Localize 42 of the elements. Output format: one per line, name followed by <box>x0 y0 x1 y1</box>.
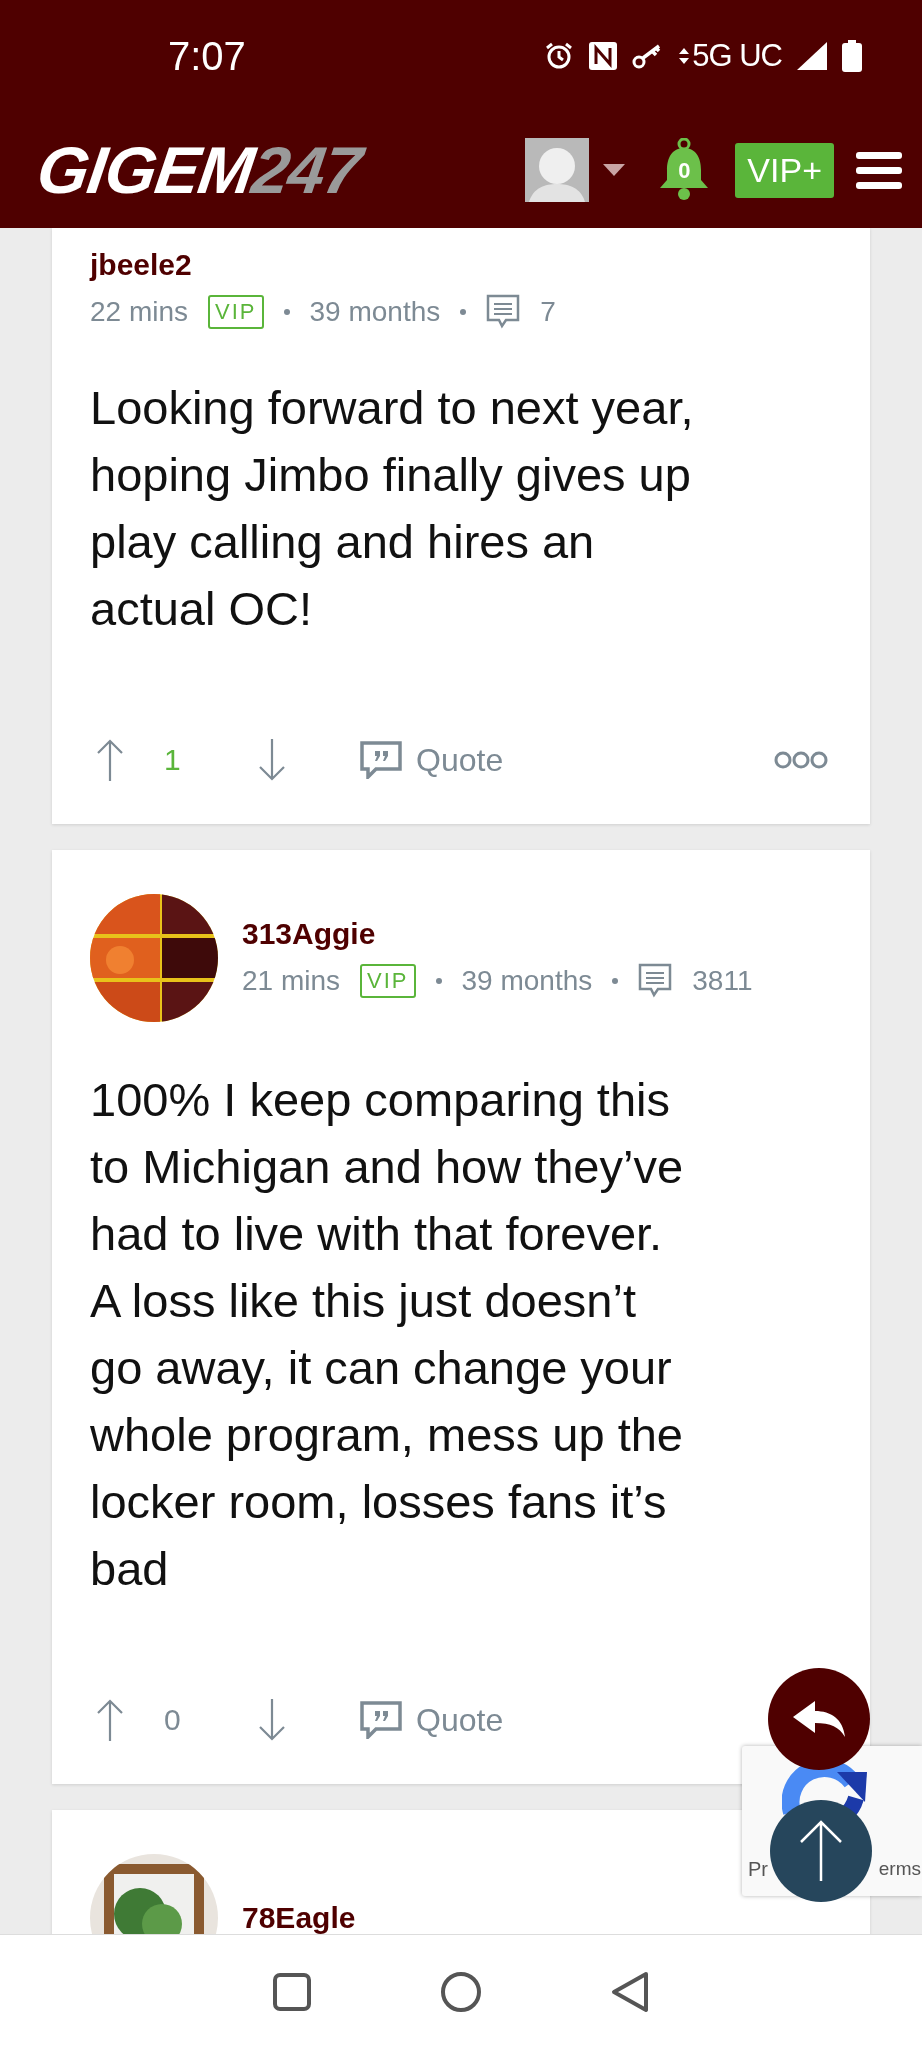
post-time: 21 mins <box>242 965 341 997</box>
comment-icon <box>638 963 673 999</box>
post-text: Looking forward to next year, hoping Jimbo finally gives up play calling and hires an actual OC! <box>90 380 695 637</box>
post-count: 3811 <box>692 965 753 997</box>
battery-icon <box>842 40 862 72</box>
downvote-icon[interactable] <box>258 738 286 782</box>
vote-score: 1 <box>164 743 182 777</box>
recent-apps-icon[interactable] <box>272 1971 312 2012</box>
recaptcha-text[interactable]: Pr <box>748 1858 768 1881</box>
vip-badge: VIP <box>360 964 416 998</box>
reply-icon <box>791 1699 847 1739</box>
home-icon[interactable] <box>440 1970 482 2013</box>
post-count: 7 <box>540 296 556 328</box>
arrow-up-icon <box>799 1819 843 1883</box>
upvote-icon[interactable] <box>96 738 124 782</box>
signal-icon <box>796 41 828 71</box>
post-time: 22 mins <box>90 296 189 328</box>
site-logo[interactable]: GIGEM247 <box>32 132 366 208</box>
quote-button[interactable]: Quote <box>354 1701 504 1739</box>
quote-icon <box>360 1701 402 1739</box>
menu-icon[interactable] <box>856 150 902 190</box>
status-time: 7:07 <box>168 33 246 79</box>
network-indicator: 5G UC <box>678 38 782 74</box>
more-options-icon[interactable] <box>774 751 828 769</box>
quote-icon <box>360 741 402 779</box>
vote-score: 0 <box>164 1703 182 1737</box>
username-link[interactable]: 313Aggie <box>242 917 753 951</box>
downvote-icon[interactable] <box>258 1698 286 1742</box>
back-icon[interactable] <box>610 1970 650 2013</box>
alarm-clock-icon <box>544 41 575 71</box>
recaptcha-text[interactable]: erms <box>878 1858 921 1880</box>
quote-button[interactable]: Quote <box>354 741 504 779</box>
member-tenure: 39 months <box>309 296 441 328</box>
member-tenure: 39 months <box>461 965 593 997</box>
username-link[interactable]: jbeele2 <box>90 248 556 282</box>
post-text: 100% I keep comparing this to Michigan and how they’ve had to live with that forever. A loss like this just doesn’t go away, it can change your whole program, mess up the locker room, losses fans it’s bad <box>90 1072 685 1597</box>
upvote-icon[interactable] <box>96 1698 124 1742</box>
comment-icon <box>486 294 521 330</box>
nfc-icon <box>588 41 619 71</box>
caret-icon[interactable] <box>603 164 626 176</box>
vip-badge: VIP <box>208 295 264 329</box>
username-link[interactable]: 78Eagle <box>242 1901 356 1934</box>
